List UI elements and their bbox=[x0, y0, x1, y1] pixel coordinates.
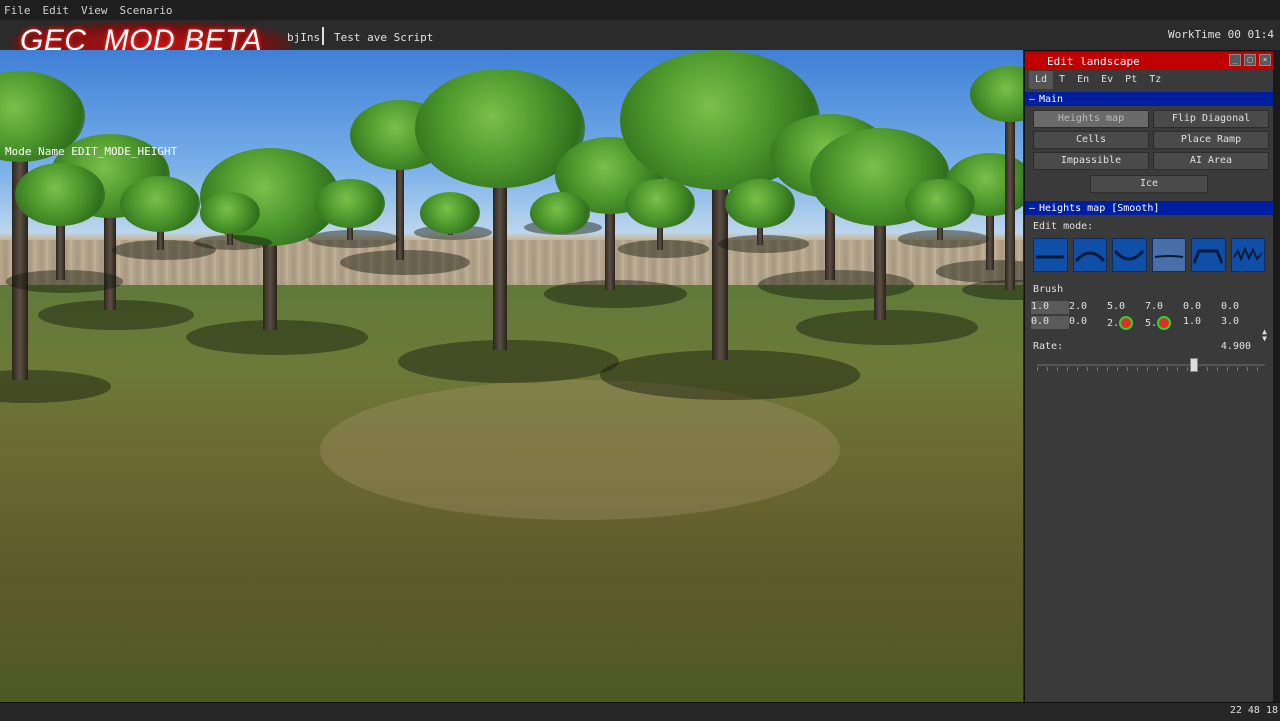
panel-title: Edit landscape bbox=[1047, 54, 1140, 68]
tab-pt[interactable]: Pt bbox=[1119, 71, 1143, 89]
tree-shadow bbox=[796, 310, 978, 345]
main-section-title: Main bbox=[1039, 93, 1064, 105]
slider-ticks bbox=[1037, 367, 1265, 371]
mode-noise-icon[interactable] bbox=[1230, 238, 1265, 272]
brush-value[interactable]: 1.0 bbox=[1031, 301, 1069, 314]
mode-name-label: Mode Name EDIT_MODE_HEIGHT bbox=[5, 145, 178, 158]
rate-value[interactable]: 4.900 bbox=[1221, 341, 1251, 352]
edit-mode-label: Edit mode: bbox=[1033, 221, 1094, 232]
tree-canopy bbox=[625, 179, 695, 228]
edit-mode-options bbox=[1025, 234, 1273, 278]
brush-value[interactable]: 2.0 bbox=[1069, 301, 1107, 314]
mode-flat-icon[interactable] bbox=[1033, 238, 1068, 272]
brush-marker-icon bbox=[1119, 316, 1134, 330]
tree-shadow bbox=[6, 270, 123, 293]
tab-ld[interactable]: Ld bbox=[1029, 71, 1054, 89]
tree-shadow bbox=[544, 280, 687, 308]
tree-trunk bbox=[12, 130, 28, 380]
tree-shadow bbox=[718, 235, 809, 253]
panel-tabs: Ld T En Ev Pt Tz bbox=[1025, 70, 1273, 90]
tab-en[interactable]: En bbox=[1071, 71, 1095, 89]
tree-canopy bbox=[725, 179, 795, 228]
slider-track bbox=[1037, 364, 1265, 366]
tree-canopy bbox=[530, 192, 590, 234]
brush-value[interactable]: 0.0 bbox=[1069, 316, 1107, 329]
tree-shadow bbox=[758, 270, 914, 300]
tree-shadow bbox=[600, 350, 860, 400]
tree-shadow bbox=[898, 230, 989, 248]
tree-shadow bbox=[340, 250, 470, 275]
tree-shadow bbox=[186, 320, 368, 355]
tree-shadow bbox=[38, 300, 194, 330]
toolbar-separator bbox=[322, 27, 324, 45]
rate-slider[interactable] bbox=[1037, 358, 1265, 372]
brush-marker-icon bbox=[1157, 316, 1172, 330]
tab-tz[interactable]: Tz bbox=[1143, 71, 1167, 89]
menu-scenario[interactable]: Scenario bbox=[116, 4, 181, 17]
brush-value[interactable]: 0.0 bbox=[1031, 316, 1069, 329]
mode-lower-icon[interactable] bbox=[1112, 238, 1147, 272]
tree-canopy bbox=[120, 176, 200, 232]
tree-canopy bbox=[905, 179, 975, 228]
brush-value[interactable]: 3.0 bbox=[1221, 316, 1259, 329]
tab-t[interactable]: T bbox=[1053, 71, 1071, 89]
panel-title-bar[interactable]: Edit landscape _ □ × bbox=[1025, 52, 1273, 70]
tree-canopy bbox=[15, 163, 105, 226]
collapse-icon: — bbox=[1028, 202, 1036, 214]
flip-diagonal-button[interactable]: Flip Diagonal bbox=[1153, 110, 1269, 128]
edit-landscape-panel: Edit landscape _ □ × Ld T En Ev Pt Tz — … bbox=[1024, 52, 1273, 702]
ground-patch bbox=[320, 380, 840, 520]
brush-value[interactable]: 5.0 bbox=[1107, 301, 1145, 314]
tree-trunk bbox=[1005, 110, 1015, 290]
main-section-header[interactable]: — Main bbox=[1025, 92, 1273, 106]
rate-label: Rate: bbox=[1033, 341, 1064, 352]
brush-value-selected[interactable]: 2.0 bbox=[1107, 316, 1145, 330]
test-save-script-button[interactable]: Test ave Script bbox=[334, 31, 433, 44]
brush-value[interactable]: 1.0 bbox=[1183, 316, 1221, 329]
slider-handle[interactable] bbox=[1189, 358, 1198, 372]
mode-raise-icon[interactable] bbox=[1072, 238, 1107, 272]
scene-viewport[interactable]: Mode Name EDIT_MODE_HEIGHT bbox=[0, 50, 1023, 702]
mode-plateau-icon[interactable] bbox=[1191, 238, 1226, 272]
objins-button[interactable]: bjIns bbox=[287, 31, 320, 44]
tree-canopy bbox=[200, 192, 260, 234]
brush-values: 1.0 2.0 5.0 7.0 0.0 0.0 0.0 0.0 2.0 5.0 … bbox=[1025, 297, 1273, 330]
ice-button[interactable]: Ice bbox=[1090, 175, 1208, 193]
brush-value[interactable]: 7.0 bbox=[1145, 301, 1183, 314]
right-edge-strip bbox=[1272, 50, 1280, 702]
worktime-readout: WorkTime 00 01:4 bbox=[1168, 28, 1274, 41]
collapse-icon: — bbox=[1028, 93, 1036, 105]
cells-button[interactable]: Cells bbox=[1033, 131, 1149, 149]
tree-canopy bbox=[315, 179, 385, 228]
menu-file[interactable]: File bbox=[0, 4, 39, 17]
tree-shadow bbox=[194, 235, 272, 250]
tree-shadow bbox=[398, 340, 619, 383]
impassible-button[interactable]: Impassible bbox=[1033, 152, 1149, 170]
tree-canopy bbox=[420, 192, 480, 234]
menu-view[interactable]: View bbox=[77, 4, 116, 17]
tree-shadow bbox=[308, 230, 399, 248]
brush-value[interactable]: 0.0 bbox=[1183, 301, 1221, 314]
rate-spinner-icon[interactable]: ▲ ▼ bbox=[1262, 328, 1267, 343]
tab-ev[interactable]: Ev bbox=[1095, 71, 1119, 89]
heights-map-button[interactable]: Heights map bbox=[1033, 110, 1149, 128]
maximize-icon[interactable]: □ bbox=[1244, 54, 1256, 66]
menu-edit[interactable]: Edit bbox=[39, 4, 78, 17]
brush-value-selected[interactable]: 5.0 bbox=[1145, 316, 1183, 330]
tree-canopy bbox=[970, 66, 1023, 122]
brush-value[interactable]: 0.0 bbox=[1221, 301, 1259, 314]
menu-bar: File Edit View Scenario bbox=[0, 0, 1280, 20]
heights-map-section-header[interactable]: — Heights map [Smooth] bbox=[1025, 201, 1273, 215]
tree-shadow bbox=[618, 240, 709, 258]
brush-label: Brush bbox=[1033, 284, 1064, 295]
ai-area-button[interactable]: AI Area bbox=[1153, 152, 1269, 170]
clock-readout: 22 48 18 bbox=[1229, 705, 1278, 716]
heights-map-section-title: Heights map [Smooth] bbox=[1039, 202, 1160, 214]
close-icon[interactable]: × bbox=[1259, 54, 1271, 66]
place-ramp-button[interactable]: Place Ramp bbox=[1153, 131, 1269, 149]
mode-smooth-icon[interactable] bbox=[1151, 238, 1186, 272]
status-bar bbox=[0, 702, 1280, 721]
minimize-icon[interactable]: _ bbox=[1229, 54, 1241, 66]
